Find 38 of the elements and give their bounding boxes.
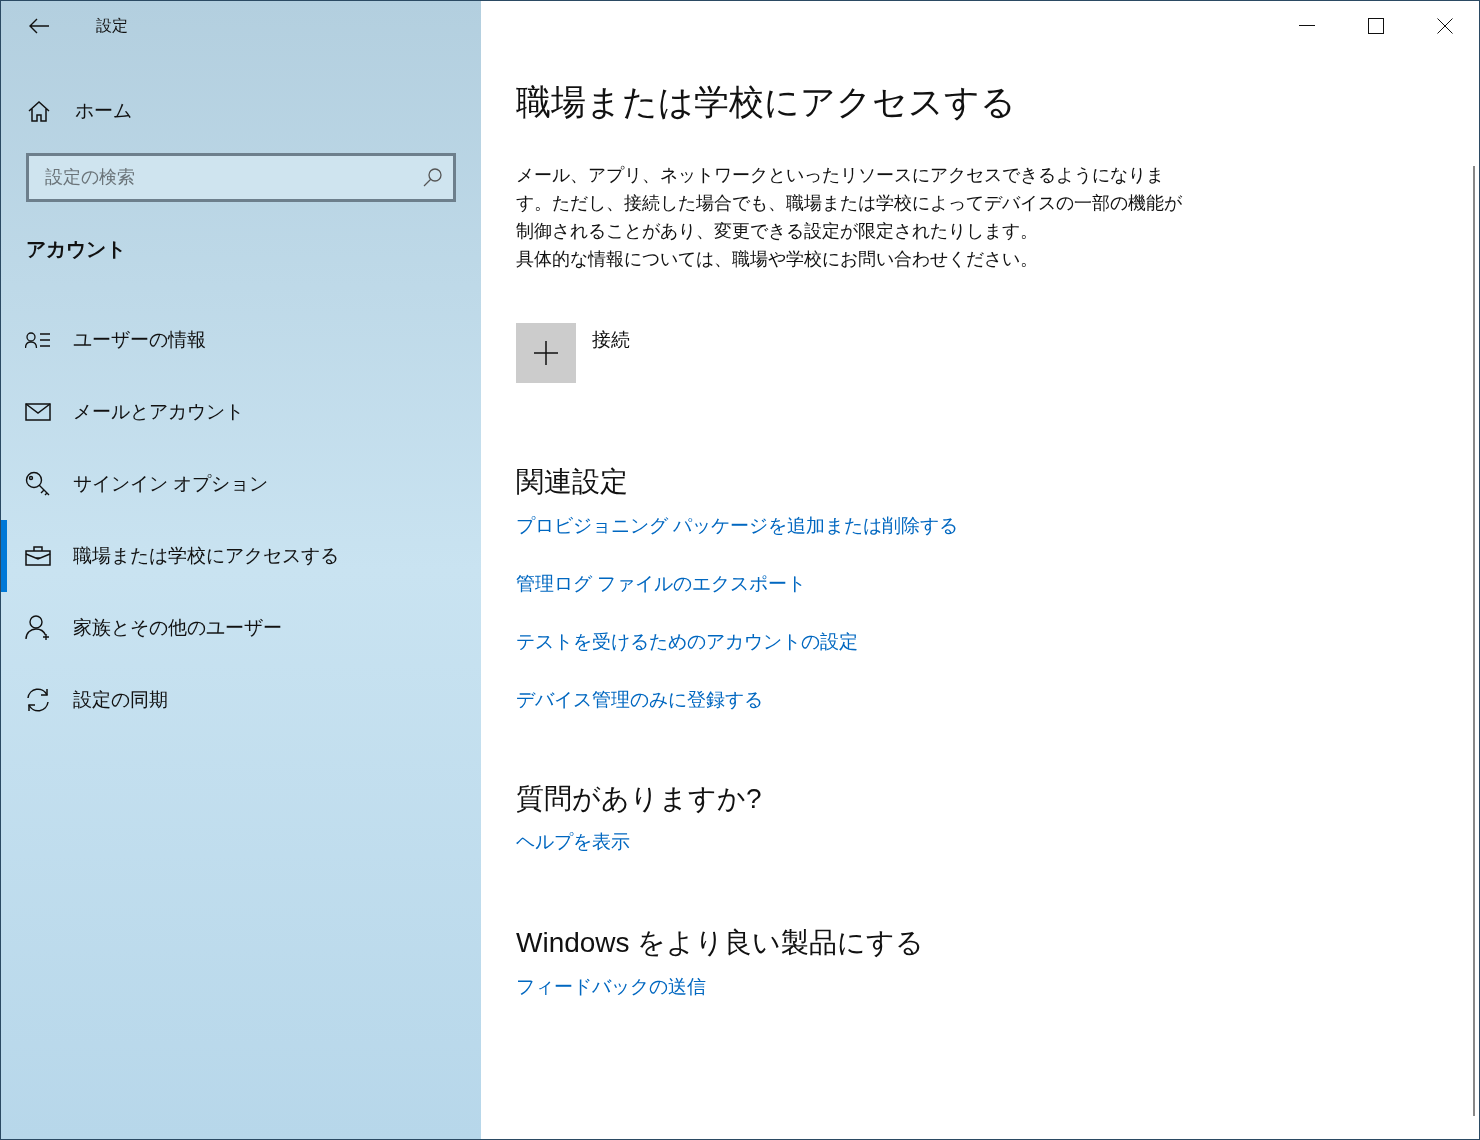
settings-link[interactable]: 管理ログ ファイルのエクスポート [516,568,807,598]
key-icon [25,471,51,497]
briefcase-icon [25,546,51,566]
home-icon [27,100,51,122]
page-title: 職場または学校にアクセスする [516,81,1016,123]
settings-link[interactable]: プロビジョニング パッケージを追加または削除する [516,510,959,540]
sync-icon [25,687,51,713]
section-heading: アカウント [25,237,127,262]
description-text: メール、アプリ、ネットワークといったリソースにアクセスできるようになります。ただし、接続した場合でも、職場または学校によってデバイスの一部の機能が制御されることがあり、変更できる設定が限定されたりします。 [516,164,1183,243]
nav-item[interactable]: 家族とその他のユーザー [1,592,481,664]
settings-link[interactable]: ヘルプを表示 [516,827,630,857]
maximize-icon [1367,18,1384,34]
user-plus-icon [25,615,51,641]
minimize-icon [1298,25,1315,27]
search-icon [423,167,443,187]
nav-item[interactable]: メールとアカウント [1,376,481,448]
description-text: 具体的な情報については、職場や学校にお問い合わせください。 [516,248,1039,271]
settings-link[interactable]: デバイス管理のみに登録する [516,684,763,714]
settings-link[interactable]: テストを受けるためのアカウントの設定 [516,626,858,656]
connect-label: 接続 [592,328,630,352]
close-icon [1436,18,1453,34]
section-heading: Windows をより良い製品にする [516,926,925,960]
nav-item[interactable]: ユーザーの情報 [1,304,481,376]
envelope-icon [25,403,51,421]
back-arrow-icon [28,18,50,34]
home-item[interactable]: ホーム [1,76,481,146]
plus-icon [534,341,558,365]
nav-item[interactable]: 設定の同期 [1,664,481,736]
section-heading: 関連設定 [516,465,628,499]
window-title: 設定 [96,16,128,36]
search-field[interactable]: 設定の検索 [26,153,456,202]
nav-item[interactable]: 職場または学校にアクセスする [1,520,481,592]
nav-item[interactable]: サインイン オプション [1,448,481,520]
scrollbar[interactable] [1473,166,1475,1116]
section-heading: 質問がありますか? [516,781,762,816]
settings-link[interactable]: フィードバックの送信 [516,971,706,1001]
connect-button[interactable] [516,323,576,383]
user-list-icon [25,331,51,349]
